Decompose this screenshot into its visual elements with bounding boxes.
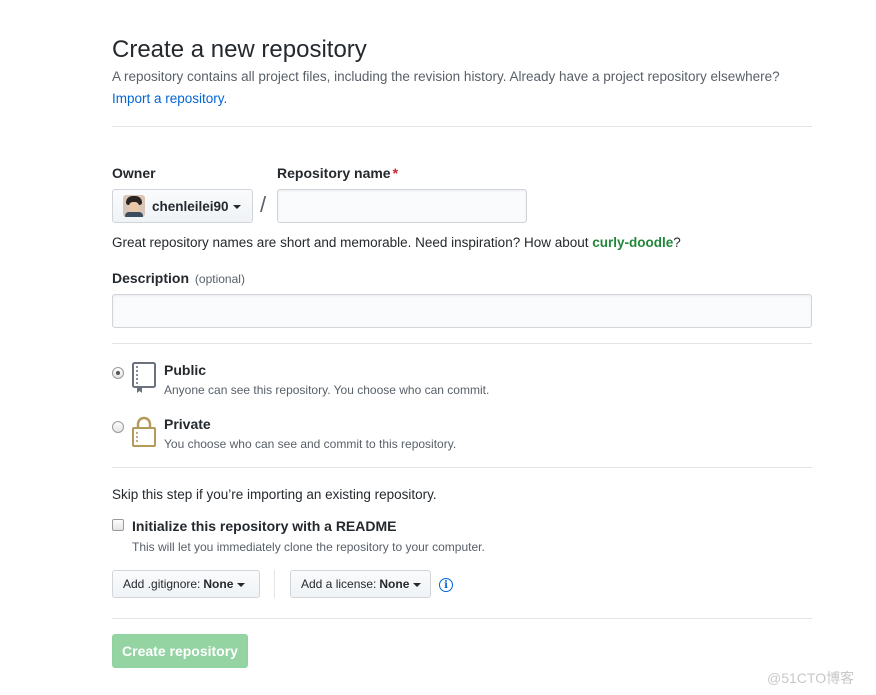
- name-hint: Great repository names are short and mem…: [112, 235, 681, 250]
- description-input[interactable]: [112, 294, 812, 328]
- create-repository-button[interactable]: Create repository: [112, 634, 248, 668]
- import-repository-link[interactable]: Import a repository.: [112, 91, 227, 106]
- repository-name-input[interactable]: [277, 189, 527, 223]
- readme-label[interactable]: Initialize this repository with a README: [132, 518, 396, 534]
- license-select[interactable]: Add a license: None: [290, 570, 431, 598]
- owner-name: chenleilei90: [152, 198, 229, 214]
- gitignore-select[interactable]: Add .gitignore: None: [112, 570, 260, 598]
- page-title: Create a new repository: [112, 36, 367, 63]
- public-radio[interactable]: [112, 367, 124, 379]
- readme-checkbox[interactable]: [112, 519, 124, 531]
- caret-down-icon: [232, 205, 241, 209]
- select-divider: [274, 570, 275, 598]
- divider-visibility: [112, 467, 812, 468]
- required-marker: *: [392, 165, 399, 181]
- avatar: [123, 195, 145, 217]
- private-title: Private: [164, 416, 211, 432]
- lock-icon: [132, 416, 156, 447]
- owner-dropdown[interactable]: chenleilei90: [112, 189, 253, 223]
- divider-top: [112, 126, 812, 127]
- skip-step-text: Skip this step if you’re importing an ex…: [112, 487, 437, 502]
- watermark: @51CTO博客: [767, 670, 855, 686]
- repo-book-icon: [132, 362, 156, 393]
- private-note: You choose who can see and commit to thi…: [164, 437, 457, 451]
- repo-name-label: Repository name *: [277, 165, 399, 181]
- caret-down-icon: [413, 583, 422, 587]
- public-title: Public: [164, 362, 207, 378]
- optional-note: (optional): [194, 272, 245, 286]
- divider-bottom: [112, 618, 812, 619]
- divider-description: [112, 343, 812, 344]
- name-suggestion[interactable]: curly-doodle: [592, 235, 673, 250]
- owner-label: Owner: [112, 165, 156, 181]
- info-icon[interactable]: i: [439, 578, 453, 592]
- owner-repo-separator: /: [260, 192, 267, 217]
- caret-down-icon: [237, 583, 246, 587]
- public-note: Anyone can see this repository. You choo…: [164, 383, 490, 397]
- page-description: A repository contains all project files,…: [112, 69, 780, 84]
- readme-note: This will let you immediately clone the …: [132, 540, 485, 554]
- description-label: Description (optional): [112, 270, 245, 286]
- private-radio[interactable]: [112, 421, 124, 433]
